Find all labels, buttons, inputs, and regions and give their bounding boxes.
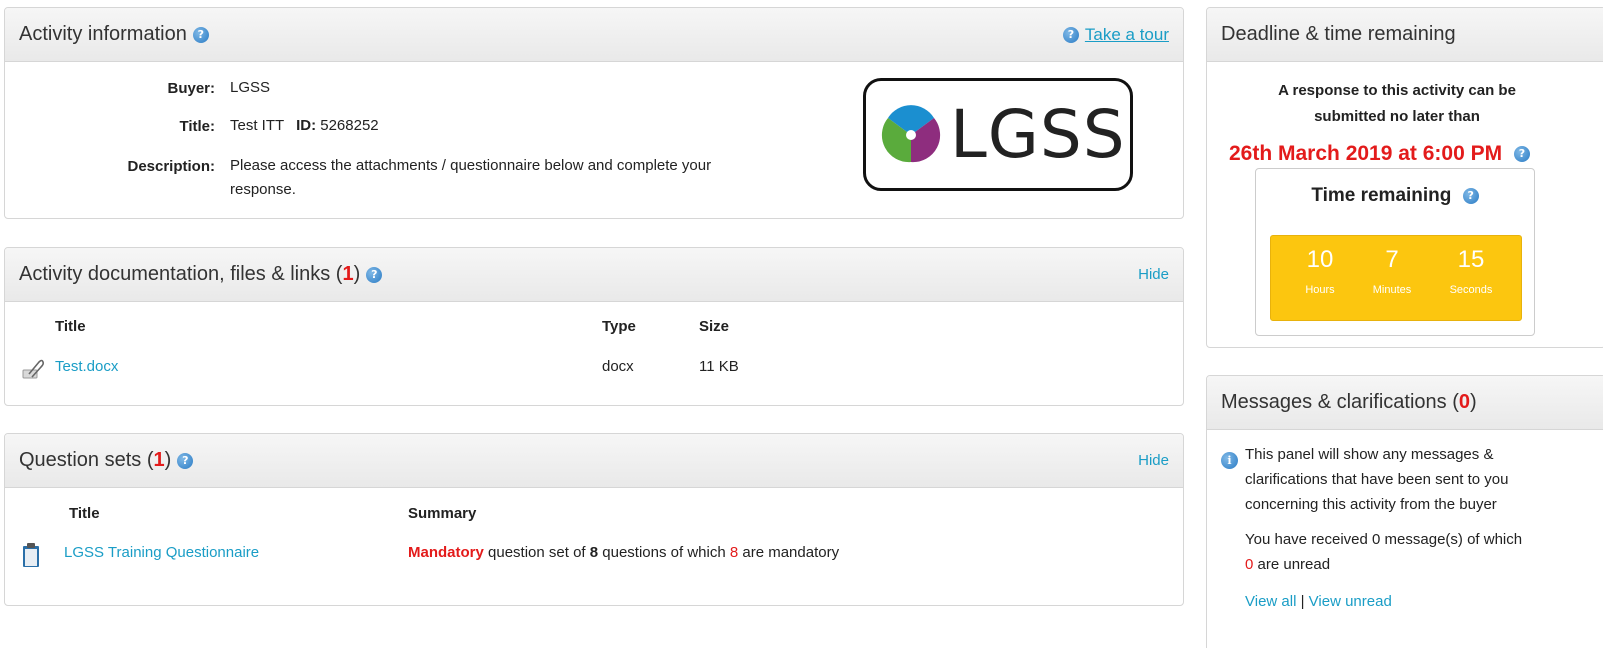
- logo-mark-icon: [881, 104, 941, 162]
- take-a-tour-link[interactable]: Take a tour: [1085, 25, 1169, 45]
- id-label: ID:: [296, 117, 317, 134]
- buyer-logo: LGSS: [863, 78, 1133, 191]
- unread-text: 0 are unread: [1245, 552, 1575, 577]
- column-header-title: Title: [55, 318, 86, 335]
- seconds-label: Seconds: [1449, 284, 1493, 296]
- timer-minutes: 7 Minutes: [1357, 246, 1427, 296]
- help-icon[interactable]: ?: [177, 452, 194, 469]
- summary-text: questions of which: [598, 544, 730, 561]
- title-prefix: Activity documentation, files & links (: [19, 263, 343, 285]
- info-icon: i: [1221, 452, 1238, 469]
- hide-question-sets-link[interactable]: Hide: [1138, 452, 1169, 469]
- clipboard-icon: [23, 543, 39, 567]
- view-all-link[interactable]: View all: [1245, 593, 1296, 610]
- deadline-panel: Deadline & time remaining A response to …: [1206, 7, 1603, 348]
- title-suffix: ): [164, 449, 172, 471]
- summary-text: are mandatory: [738, 544, 840, 561]
- title-prefix: Question sets (: [19, 449, 154, 471]
- help-icon[interactable]: ?: [1462, 187, 1479, 204]
- question-sets-header: Question sets (1) ? Hide: [5, 434, 1183, 488]
- column-header-title: Title: [69, 505, 100, 522]
- title-prefix: Messages & clarifications (: [1221, 391, 1459, 413]
- hide-documentation-link[interactable]: Hide: [1138, 266, 1169, 283]
- help-icon[interactable]: ?: [192, 26, 209, 43]
- minutes-label: Minutes: [1372, 284, 1412, 296]
- message-links: View all | View unread: [1245, 589, 1575, 614]
- column-header-type: Type: [602, 318, 636, 335]
- title-suffix: ): [353, 263, 361, 285]
- deadline-date: 26th March 2019 at 6:00 PM ?: [1229, 142, 1530, 166]
- panel-title: Messages & clarifications (0): [1221, 391, 1477, 414]
- description-value: Please access the attachments / question…: [230, 154, 790, 202]
- tour-help-icon: ?: [1062, 26, 1079, 43]
- column-header-size: Size: [699, 318, 730, 335]
- question-set-count: 1: [153, 449, 165, 471]
- received-text: You have received 0 message(s) of which: [1245, 531, 1523, 548]
- column-header-summary: Summary: [408, 505, 477, 522]
- description-line: Please access the attachments / question…: [230, 157, 712, 174]
- link-separator: |: [1300, 593, 1305, 610]
- buyer-label: Buyer:: [167, 80, 215, 97]
- messages-panel: Messages & clarifications (0) i This pan…: [1206, 375, 1603, 648]
- paperclip-icon: [22, 359, 45, 379]
- messages-header: Messages & clarifications (0): [1207, 376, 1603, 430]
- id-value: 5268252: [320, 117, 379, 134]
- documentation-header: Activity documentation, files & links (1…: [5, 248, 1183, 302]
- description-label: Description:: [127, 158, 215, 175]
- title-value-row: Test ITT ID: 5268252: [230, 114, 379, 138]
- message-count: 0: [1458, 391, 1470, 413]
- timer-seconds: 15 Seconds: [1431, 246, 1511, 296]
- time-remaining-label: Time remaining: [1311, 185, 1452, 206]
- view-unread-link[interactable]: View unread: [1309, 593, 1392, 610]
- deadline-date-text: 26th March 2019 at 6:00 PM: [1229, 142, 1503, 165]
- time-remaining-title: Time remaining ?: [1256, 185, 1534, 207]
- deadline-text: A response to this activity can be submi…: [1247, 78, 1547, 130]
- buyer-value: LGSS: [230, 79, 271, 96]
- info-text-line: This panel will show any messages &: [1245, 446, 1494, 463]
- document-size: 11 KB: [699, 358, 739, 375]
- question-set-link[interactable]: LGSS Training Questionnaire: [64, 544, 259, 561]
- description-line: response.: [230, 181, 296, 198]
- help-icon[interactable]: ?: [1513, 146, 1530, 163]
- summary-text: question set of: [483, 544, 590, 561]
- title-suffix: ): [1470, 391, 1477, 413]
- deadline-text-line: submitted no later than: [1314, 108, 1480, 125]
- time-remaining-box: Time remaining ? 10 Hours 7 Minutes 15 S…: [1255, 168, 1535, 336]
- countdown-timer: 10 Hours 7 Minutes 15 Seconds: [1270, 235, 1522, 321]
- question-set-summary: Mandatory question set of 8 questions of…: [408, 544, 839, 561]
- title-label: Title:: [179, 118, 215, 135]
- deadline-text-line: A response to this activity can be: [1278, 82, 1516, 99]
- total-questions: 8: [589, 544, 599, 561]
- info-text-line: concerning this activity from the buyer: [1245, 496, 1497, 513]
- minutes-value: 7: [1385, 246, 1399, 273]
- seconds-value: 15: [1457, 246, 1485, 273]
- timer-hours: 10 Hours: [1285, 246, 1355, 296]
- title-value: Test ITT: [230, 117, 284, 134]
- deadline-header: Deadline & time remaining: [1207, 8, 1603, 62]
- panel-title: Activity documentation, files & links (1…: [19, 263, 360, 286]
- doc-count: 1: [342, 263, 354, 285]
- hours-value: 10: [1306, 246, 1334, 273]
- activity-information-panel: Activity information ? ? Take a tour Buy…: [4, 7, 1184, 219]
- messages-body: This panel will show any messages & clar…: [1245, 442, 1575, 614]
- activity-information-header: Activity information ? ? Take a tour: [5, 8, 1183, 62]
- panel-title: Question sets (1): [19, 449, 171, 472]
- mandatory-flag: Mandatory: [408, 544, 484, 561]
- document-link[interactable]: Test.docx: [55, 358, 118, 375]
- info-text-line: clarifications that have been sent to yo…: [1245, 471, 1509, 488]
- hours-label: Hours: [1305, 284, 1335, 296]
- panel-title: Deadline & time remaining: [1221, 23, 1456, 45]
- question-sets-panel: Question sets (1) ? Hide Title Summary L…: [4, 433, 1184, 606]
- document-type: docx: [602, 358, 634, 375]
- unread-suffix: are unread: [1253, 556, 1331, 573]
- mandatory-count: 8: [729, 544, 739, 561]
- help-icon[interactable]: ?: [366, 266, 383, 283]
- panel-title: Activity information: [19, 23, 187, 45]
- logo-text: LGSS: [950, 96, 1126, 173]
- activity-documentation-panel: Activity documentation, files & links (1…: [4, 247, 1184, 406]
